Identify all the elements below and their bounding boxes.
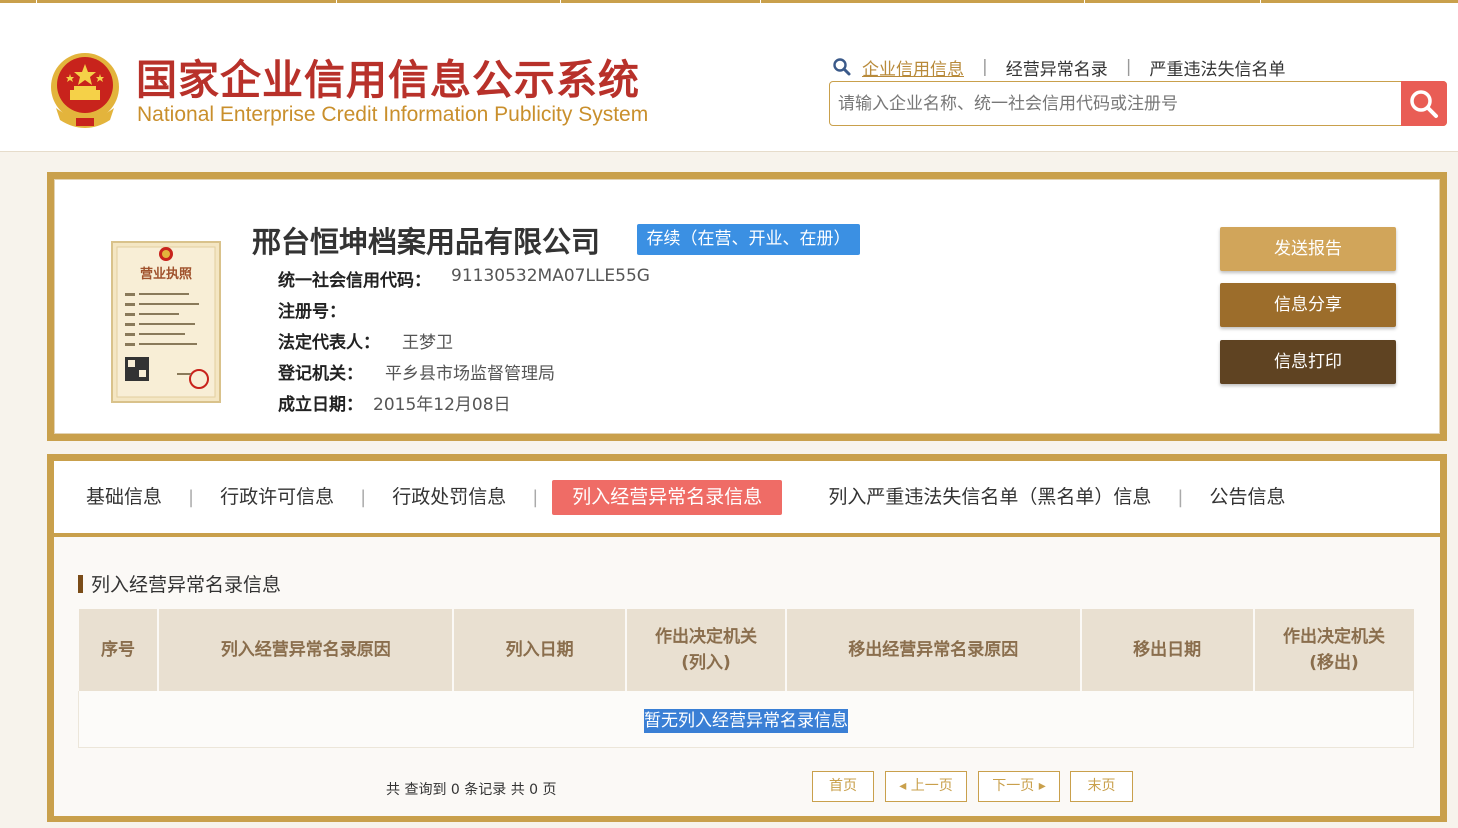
top-accent-line — [0, 0, 1458, 3]
top-nav: 企业信用信息 | 经营异常名录 | 严重违法失信名单 — [832, 55, 1285, 80]
authority-row: 登记机关： 平乡县市场监督管理局 — [278, 359, 555, 384]
section-marker — [78, 574, 83, 593]
col-date-in: 列入日期 — [453, 609, 628, 691]
abnormal-list-panel: 列入经营异常名录信息 序号 列入经营异常名录原因 列入日期 作出决定机关 (列入… — [54, 537, 1440, 816]
send-report-button[interactable]: 发送报告 — [1220, 227, 1396, 271]
table-row: 暂无列入经营异常名录信息 — [78, 691, 1414, 748]
reg-no-label: 注册号： — [278, 302, 346, 322]
search-input[interactable] — [838, 89, 1398, 119]
national-emblem-icon — [51, 53, 119, 128]
tab-admin-license[interactable]: 行政许可信息 — [208, 480, 346, 515]
tab-basic-info[interactable]: 基础信息 — [74, 480, 174, 515]
business-license-icon: 营业执照 — [111, 241, 221, 403]
search-button[interactable] — [1401, 81, 1447, 126]
reg-no-row: 注册号： — [278, 297, 346, 322]
abnormal-list-table: 序号 列入经营异常名录原因 列入日期 作出决定机关 (列入) 移出经营异常名录原… — [78, 609, 1414, 748]
share-button[interactable]: 信息分享 — [1220, 283, 1396, 327]
nav-enterprise-credit[interactable]: 企业信用信息 — [862, 55, 964, 80]
authority-value: 平乡县市场监督管理局 — [385, 364, 555, 384]
section-title-text: 列入经营异常名录信息 — [91, 574, 282, 596]
col-authority-in: 作出决定机关 (列入) — [626, 609, 787, 691]
empty-text: 暂无列入经营异常名录信息 — [644, 709, 848, 734]
credit-code-value: 91130532MA07LLE55G — [451, 266, 650, 286]
detail-card: 基础信息 | 行政许可信息 | 行政处罚信息 | 列入经营异常名录信息 | 列入… — [47, 454, 1447, 822]
credit-code-row: 统一社会信用代码： 91130532MA07LLE55G — [278, 266, 650, 291]
first-page-button[interactable]: 首页 — [812, 771, 874, 802]
nav-separator: | — [982, 57, 988, 77]
tab-admin-penalty[interactable]: 行政处罚信息 — [380, 480, 518, 515]
legal-rep-row: 法定代表人： 王梦卫 — [278, 328, 453, 353]
table-header-row: 序号 列入经营异常名录原因 列入日期 作出决定机关 (列入) 移出经营异常名录原… — [78, 609, 1414, 691]
nav-abnormal-list[interactable]: 经营异常名录 — [1006, 55, 1108, 80]
tab-announcements[interactable]: 公告信息 — [1197, 480, 1297, 515]
empty-cell: 暂无列入经营异常名录信息 — [78, 691, 1414, 748]
col-reason-in: 列入经营异常名录原因 — [158, 609, 455, 691]
nav-blacklist[interactable]: 严重违法失信名单 — [1149, 55, 1285, 80]
section-title: 列入经营异常名录信息 — [78, 570, 281, 597]
status-badge: 存续（在营、开业、在册） — [637, 224, 860, 255]
license-title: 营业执照 — [140, 266, 192, 282]
col-date-out: 移出日期 — [1080, 609, 1255, 691]
company-name: 邢台恒坤档案用品有限公司 — [252, 225, 601, 259]
site-title: 国家企业信用信息公示系统 — [136, 56, 640, 104]
founded-row: 成立日期： 2015年12月08日 — [278, 390, 511, 415]
site-subtitle: National Enterprise Credit Information P… — [137, 103, 649, 126]
next-page-button[interactable]: 下一页 ▸ — [978, 771, 1060, 802]
search-box — [829, 81, 1447, 126]
legal-rep-value: 王梦卫 — [402, 333, 453, 353]
founded-label: 成立日期： — [278, 395, 363, 415]
credit-code-label: 统一社会信用代码： — [278, 271, 431, 291]
legal-rep-label: 法定代表人： — [278, 333, 380, 353]
tab-bar: 基础信息 | 行政许可信息 | 行政处罚信息 | 列入经营异常名录信息 | 列入… — [54, 461, 1440, 537]
prev-page-button[interactable]: ◂ 上一页 — [885, 771, 967, 802]
col-index: 序号 — [78, 609, 160, 691]
site-header: 国家企业信用信息公示系统 National Enterprise Credit … — [0, 0, 1458, 152]
last-page-button[interactable]: 末页 — [1070, 771, 1133, 802]
nav-separator: | — [1125, 57, 1132, 77]
company-card: 营业执照 邢台恒坤档案用品有限公司 存续（在营、开业、在册） 统一社会信用代码：… — [47, 172, 1447, 441]
col-reason-out: 移出经营异常名录原因 — [785, 609, 1082, 691]
print-button[interactable]: 信息打印 — [1220, 340, 1396, 384]
tab-blacklist[interactable]: 列入严重违法失信名单（黑名单）信息 — [816, 480, 1163, 515]
founded-value: 2015年12月08日 — [373, 395, 511, 415]
record-summary: 共 查询到 0 条记录 共 0 页 — [386, 782, 557, 798]
search-icon — [1410, 89, 1438, 118]
tab-abnormal-list[interactable]: 列入经营异常名录信息 — [552, 479, 783, 515]
search-icon — [833, 58, 851, 76]
col-authority-out: 作出决定机关 (移出) — [1253, 609, 1414, 691]
authority-label: 登记机关： — [278, 364, 363, 384]
